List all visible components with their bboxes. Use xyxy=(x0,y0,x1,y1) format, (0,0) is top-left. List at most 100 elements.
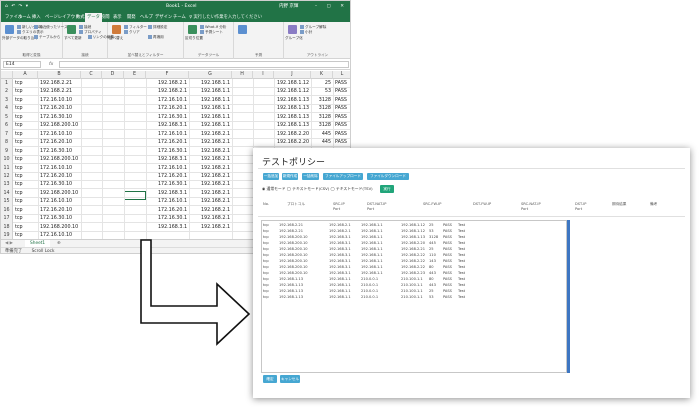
formula-input[interactable] xyxy=(59,61,349,68)
name-box[interactable]: E14 xyxy=(3,61,41,68)
status-text: 準備完了 xyxy=(5,249,23,254)
window-controls[interactable]: – ▢ ✕ xyxy=(315,1,348,12)
column-gridline xyxy=(102,79,103,239)
column-header[interactable]: K xyxy=(311,71,333,79)
column-header: SRC-IP Port xyxy=(333,202,345,211)
column-header[interactable]: L xyxy=(333,71,350,79)
mode-radio-group[interactable]: ◉ 通常モード ◯ テキストモード(CSV) ◯ テキストモード(TSV) xyxy=(262,185,373,193)
ribbon-tab[interactable]: 表示 xyxy=(111,13,124,22)
ribbon-group-label: 取得と変換 xyxy=(22,53,41,57)
arrow-icon xyxy=(140,239,251,346)
quick-access-toolbar[interactable]: ⌂ ↶ ↷ ▾ xyxy=(5,1,29,12)
ribbon-command-label: 接続 xyxy=(84,25,92,29)
policy-cell: 192.168.1.1 xyxy=(329,295,351,299)
small-ribbon-icon xyxy=(79,30,83,34)
ribbon-command-label: グループ化 xyxy=(285,36,303,40)
ribbon-command[interactable]: 外部データの取り込み xyxy=(2,36,38,41)
column-header: DST-NAT-IP Port xyxy=(367,202,387,211)
excel-title-bar: ⌂ ↶ ↷ ▾ Book1 - Excel 内野 京輝 – ▢ ✕ xyxy=(1,1,350,12)
ribbon-command[interactable]: 再適用 xyxy=(148,35,164,40)
ribbon-icon[interactable] xyxy=(238,25,247,34)
row-number[interactable]: 19 xyxy=(1,231,13,239)
small-ribbon-icon xyxy=(17,30,21,34)
ribbon-command-label: 予測シート xyxy=(205,30,223,34)
column-header[interactable]: A xyxy=(13,71,38,79)
ribbon-group-label: データツール xyxy=(197,53,220,57)
column-gridline xyxy=(189,79,190,239)
ribbon-command[interactable]: 並べ替え xyxy=(109,36,123,41)
test-policy-dialog: テストポリシー ◉ 通常モード ◯ テキストモード(CSV) ◯ テキストモード… xyxy=(253,148,690,398)
ribbon-command[interactable]: テーブルから xyxy=(34,35,60,40)
toolbar-button[interactable]: 一括追加 xyxy=(263,173,279,180)
policy-cell: 53 xyxy=(429,295,434,299)
policy-cell: tcp xyxy=(263,295,269,299)
ribbon-tab[interactable]: 開発 xyxy=(125,13,138,22)
ribbon-command-label: クエリの表示 xyxy=(22,30,44,34)
fx-icon[interactable]: fx xyxy=(49,59,53,70)
small-ribbon-icon xyxy=(148,35,152,39)
ribbon-command[interactable]: クリア xyxy=(124,30,140,35)
user-name[interactable]: 内野 京輝 xyxy=(279,1,298,12)
policy-cell: Test xyxy=(458,295,466,299)
scrollbar[interactable] xyxy=(567,220,570,373)
small-ribbon-icon xyxy=(34,25,38,29)
column-header[interactable]: G xyxy=(189,71,232,79)
toolbar-button[interactable]: 新規作成 xyxy=(282,173,298,180)
small-ribbon-icon xyxy=(34,35,38,39)
column-gridline xyxy=(232,79,233,239)
ribbon-command[interactable]: 区切り位置 xyxy=(185,36,203,41)
column-header[interactable]: C xyxy=(81,71,102,79)
ribbon-icon[interactable] xyxy=(288,25,297,34)
column-gridline xyxy=(146,79,147,239)
ribbon-group: 区切り位置 What-If 分析 予測シートデータツール xyxy=(184,22,234,59)
column-header[interactable]: I xyxy=(253,71,274,79)
execute-button[interactable]: 実行 xyxy=(380,185,394,193)
ribbon-icon[interactable] xyxy=(5,25,14,34)
column-header: 期待結果 xyxy=(612,202,627,206)
ribbon-tab[interactable]: 校閲 xyxy=(99,13,112,22)
ribbon-command-label: 区切り位置 xyxy=(185,36,203,40)
ribbon-command-label: すべて更新 xyxy=(64,36,82,40)
policy-cell: 210.0.0.1 xyxy=(361,295,379,299)
ribbon-icon[interactable] xyxy=(112,25,121,34)
ribbon-command[interactable]: グループ化 xyxy=(285,36,303,41)
ribbon-command-label: クリア xyxy=(129,30,140,34)
column-header[interactable]: H xyxy=(232,71,253,79)
column-header[interactable]: F xyxy=(146,71,189,79)
cell[interactable]: tcp xyxy=(15,231,36,239)
column-gridline xyxy=(38,79,39,239)
select-all-corner[interactable] xyxy=(1,71,13,79)
column-header[interactable]: D xyxy=(102,71,124,79)
column-header[interactable]: J xyxy=(274,71,311,79)
ribbon-tab[interactable]: 挿入 xyxy=(30,13,43,22)
formula-bar: E14 fx xyxy=(1,59,350,70)
ribbon-icon[interactable] xyxy=(67,25,76,34)
small-ribbon-icon xyxy=(200,25,204,29)
small-ribbon-icon xyxy=(300,30,304,34)
ribbon-icon[interactable] xyxy=(188,25,197,34)
column-gridline xyxy=(124,79,125,239)
active-cell[interactable] xyxy=(124,191,146,200)
ribbon-command[interactable]: 小計 xyxy=(300,30,312,35)
ribbon-tabs: ファイル ホーム 挿入 ページレイアウト 数式 データ 校閲 表示 開発 ヘルプ デザイン チーム ♀ … xyxy=(1,12,350,22)
window-title: Book1 - Excel xyxy=(166,4,197,9)
column-header[interactable]: B xyxy=(38,71,81,79)
cancel-button[interactable]: キャンセル xyxy=(280,375,300,383)
ribbon-command-label: What-If 分析 xyxy=(205,25,227,29)
toolbar-button[interactable]: 一括削除 xyxy=(302,173,319,180)
column-header: SRC-FW-IP xyxy=(423,202,442,206)
ribbon-command-label: 小計 xyxy=(305,30,313,34)
divider xyxy=(258,216,685,217)
toolbar-button[interactable]: ファイルダウンロード xyxy=(367,173,409,180)
tell-me-search[interactable]: ♀ 実行したい作業を入力してください xyxy=(187,13,264,22)
ribbon-command[interactable]: すべて更新 xyxy=(64,36,82,41)
ribbon-tab[interactable]: チーム xyxy=(171,13,188,22)
column-header[interactable]: E xyxy=(124,71,146,79)
cell[interactable]: 172.16.10.10 xyxy=(40,231,79,239)
toolbar-button[interactable]: ファイルアップロード xyxy=(323,173,363,180)
status-scroll-lock: Scroll Lock xyxy=(31,249,55,254)
ribbon-command[interactable]: 詳細設定 xyxy=(148,25,167,30)
ribbon-command[interactable]: 予測シート xyxy=(200,30,223,35)
ribbon-group-label: アウトライン xyxy=(306,53,329,57)
confirm-button[interactable]: 確定 xyxy=(263,375,277,383)
